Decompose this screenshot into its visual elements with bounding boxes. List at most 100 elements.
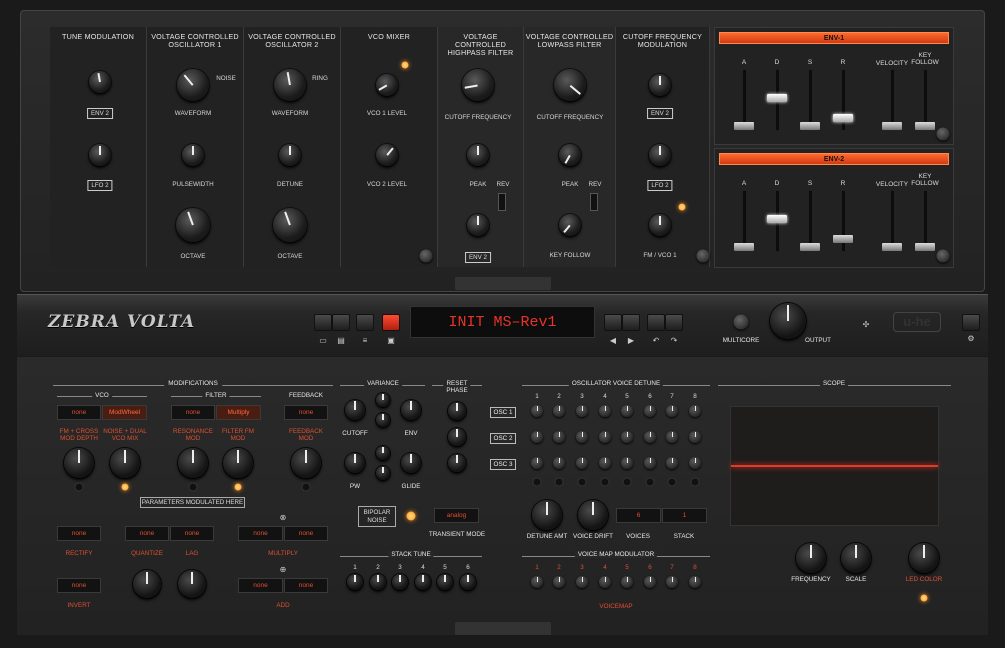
env2-source-box[interactable]: ENV 2 — [465, 252, 491, 263]
osc2-voice3-detune-knob[interactable] — [576, 431, 588, 443]
stack-tune-knob-2[interactable] — [370, 574, 386, 590]
lag-source[interactable]: none — [170, 526, 214, 541]
vco-mod-source-b[interactable]: ModWheel — [102, 405, 147, 420]
preset-prev-bank-button[interactable] — [314, 314, 332, 331]
hp-peak-knob[interactable] — [467, 144, 489, 166]
multiply-source-b[interactable]: none — [284, 526, 328, 541]
osc2-voice1-detune-knob[interactable] — [531, 431, 543, 443]
multiply-source-a[interactable]: none — [238, 526, 283, 541]
panel-handle-top[interactable] — [455, 277, 551, 290]
lp-keyfollow-knob[interactable] — [559, 214, 581, 236]
osc1-voice4-detune-knob[interactable] — [599, 405, 611, 417]
hp-env2-knob[interactable] — [467, 214, 489, 236]
env1-attack-slider[interactable] — [733, 70, 755, 130]
voicemap-knob-6[interactable] — [644, 576, 656, 588]
vco-mod-source-a[interactable]: none — [57, 405, 101, 420]
env2-release-slider[interactable] — [832, 191, 854, 251]
osc3-voice1-detune-knob[interactable] — [531, 457, 543, 469]
output-knob[interactable] — [770, 303, 806, 339]
variance-env-knob[interactable] — [401, 400, 421, 420]
cutoff-mod-lfo2-knob[interactable] — [649, 144, 671, 166]
voicemap-knob-7[interactable] — [666, 576, 678, 588]
osc2-voice4-detune-knob[interactable] — [599, 431, 611, 443]
osc2-voice2-detune-knob[interactable] — [553, 431, 565, 443]
env2-keyfollow-slider[interactable] — [914, 191, 936, 251]
scope-frequency-knob[interactable] — [796, 543, 826, 573]
add-source-a[interactable]: none — [238, 578, 283, 593]
add-source-b[interactable]: none — [284, 578, 328, 593]
scope-scale-knob[interactable] — [841, 543, 871, 573]
feedback-mod-source[interactable]: none — [284, 405, 328, 420]
transient-mode-select[interactable]: analog — [434, 508, 479, 523]
osc2-voice8-detune-knob[interactable] — [689, 431, 701, 443]
stack-tune-knob-5[interactable] — [437, 574, 453, 590]
reset-phase-osc1-knob[interactable] — [448, 402, 466, 420]
noise-dual-knob[interactable] — [110, 448, 140, 478]
vco2-detune-knob[interactable] — [279, 144, 301, 166]
fm-cross-knob[interactable] — [64, 448, 94, 478]
osc2-voice5-detune-knob[interactable] — [621, 431, 633, 443]
settings-button[interactable] — [962, 314, 980, 331]
osc1-voice5-detune-knob[interactable] — [621, 405, 633, 417]
undo-button[interactable] — [647, 314, 665, 331]
osc2-voice7-detune-knob[interactable] — [666, 431, 678, 443]
preset-save-a-button[interactable] — [332, 314, 350, 331]
led-color-knob[interactable] — [909, 543, 939, 573]
voice-drift-knob[interactable] — [578, 500, 608, 530]
vco1-pulsewidth-knob[interactable] — [182, 144, 204, 166]
env1-sustain-slider[interactable] — [799, 70, 821, 130]
variance-link-b[interactable] — [376, 413, 390, 427]
env2-attack-slider[interactable] — [733, 191, 755, 251]
cutoff-mod-corner-knob[interactable] — [696, 249, 710, 263]
osc3-voice2-detune-knob[interactable] — [553, 457, 565, 469]
voicemap-knob-4[interactable] — [599, 576, 611, 588]
hp-cutoff-knob[interactable] — [462, 69, 494, 101]
env2-sustain-slider[interactable] — [799, 191, 821, 251]
osc3-voice5-detune-knob[interactable] — [621, 457, 633, 469]
env1-decay-slider[interactable] — [766, 70, 788, 130]
stack-tune-knob-1[interactable] — [347, 574, 363, 590]
osc1-voice7-detune-knob[interactable] — [666, 405, 678, 417]
reset-phase-osc2-knob[interactable] — [448, 428, 466, 446]
tune-mod-env2-knob[interactable] — [89, 71, 111, 93]
mixer-corner-knob[interactable] — [419, 249, 433, 263]
midi-icon[interactable]: ✣ — [863, 320, 870, 329]
vco1-level-knob[interactable] — [376, 74, 398, 96]
filter-mod-source-b[interactable]: Multiply — [216, 405, 261, 420]
voices-field[interactable]: 6 — [616, 508, 661, 523]
lp-rev-switch[interactable] — [590, 193, 598, 211]
invert-source[interactable]: none — [57, 578, 101, 593]
env2-decay-slider[interactable] — [766, 191, 788, 251]
fm-vco1-knob[interactable] — [649, 214, 671, 236]
osc3-voice4-detune-knob[interactable] — [599, 457, 611, 469]
feedback-mod-knob[interactable] — [291, 448, 321, 478]
osc1-voice6-detune-knob[interactable] — [644, 405, 656, 417]
preset-next-button[interactable] — [622, 314, 640, 331]
env2-corner-knob[interactable] — [936, 249, 950, 263]
voicemap-knob-3[interactable] — [576, 576, 588, 588]
vco1-octave-knob[interactable] — [176, 208, 210, 242]
osc1-voice1-detune-knob[interactable] — [531, 405, 543, 417]
variance-glide-knob[interactable] — [401, 453, 421, 473]
preset-menu-button[interactable] — [356, 314, 374, 331]
quantize-knob[interactable] — [133, 570, 161, 598]
filter-fm-mod-knob[interactable] — [223, 448, 253, 478]
preset-prev-button[interactable] — [604, 314, 622, 331]
env1-release-slider[interactable] — [832, 70, 854, 130]
osc1-voice3-detune-knob[interactable] — [576, 405, 588, 417]
env2-velocity-slider[interactable] — [881, 191, 903, 251]
resonance-mod-knob[interactable] — [178, 448, 208, 478]
vco1-waveform-knob[interactable] — [177, 69, 209, 101]
env1-velocity-slider[interactable] — [881, 70, 903, 130]
lfo2-source-box[interactable]: LFO 2 — [647, 180, 673, 191]
voicemap-knob-5[interactable] — [621, 576, 633, 588]
filter-mod-source-a[interactable]: none — [171, 405, 215, 420]
preset-save-button[interactable] — [382, 314, 400, 331]
variance-pw-knob[interactable] — [345, 453, 365, 473]
env2-source-box[interactable]: ENV 2 — [647, 108, 673, 119]
rectify-source[interactable]: none — [57, 526, 101, 541]
stack-field[interactable]: 1 — [662, 508, 707, 523]
bipolar-noise-led[interactable] — [406, 511, 416, 521]
multicore-button[interactable] — [733, 314, 749, 330]
stack-tune-knob-3[interactable] — [392, 574, 408, 590]
